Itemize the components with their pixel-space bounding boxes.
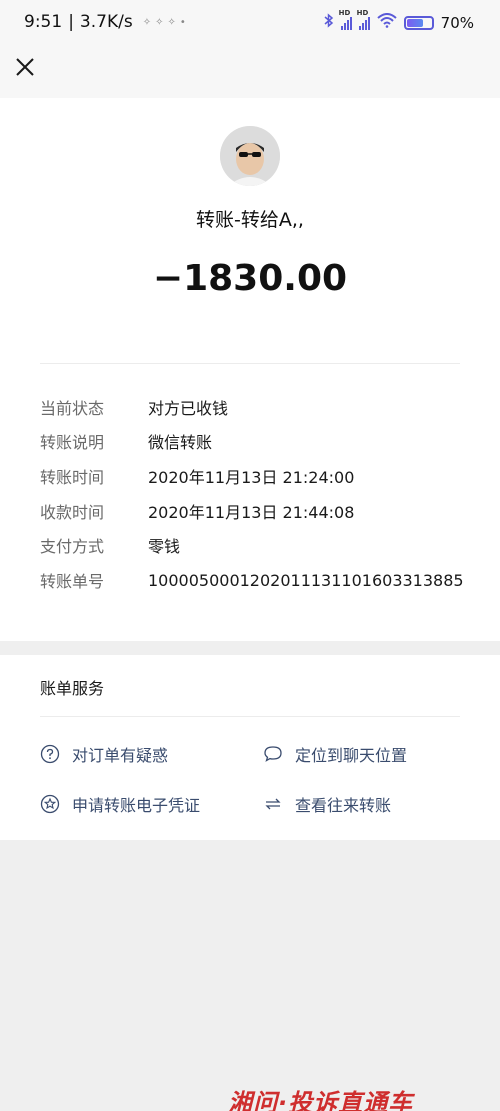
transfer-card: 转账-转给A,, −1830.00 当前状态 对方已收钱 转账说明 微信转账 转… [0,98,500,641]
signal-icon-2: HD [357,9,370,30]
status-bar: 9:51 | 3.7K/s ✧✧✧• HD HD 70% [0,0,500,48]
detail-value: 2020年11月13日 21:24:00 [148,468,355,487]
detail-value: 1000050001202011131101603313885 [148,570,464,590]
detail-label: 收款时间 [40,503,105,522]
notification-icons: ✧✧✧• [142,16,190,28]
divider [40,716,460,717]
apply-receipt-button[interactable]: 申请转账电子凭证 [40,792,200,816]
status-right: HD HD 70% [324,9,474,32]
detail-value: 微信转账 [148,433,213,452]
detail-value: 零钱 [148,537,181,556]
detail-row-transfer-time: 转账时间 2020年11月13日 21:24:00 [40,464,354,488]
service-label: 定位到聊天位置 [295,746,408,765]
service-label: 查看往来转账 [295,796,392,815]
detail-label: 当前状态 [40,399,105,418]
wifi-icon [376,13,397,32]
bluetooth-icon [324,13,334,32]
question-circle-icon [40,744,60,764]
transfer-amount: −1830.00 [152,258,348,299]
view-transfers-button[interactable]: 查看往来转账 [263,792,391,816]
detail-row-status: 当前状态 对方已收钱 [40,395,228,419]
detail-row-note: 转账说明 微信转账 [40,429,212,453]
detail-row-order-number: 转账单号 1000050001202011131101603313885 [40,568,464,592]
recipient-label: 转账-转给A,, [196,209,304,231]
signal-icon-1: HD [339,9,352,30]
detail-label: 转账时间 [40,468,105,487]
detail-label: 支付方式 [40,537,105,556]
question-order-button[interactable]: 对订单有疑惑 [40,742,168,766]
star-circle-icon [40,794,60,814]
detail-value: 对方已收钱 [148,399,229,418]
header [0,48,500,98]
services-title: 账单服务 [40,679,105,698]
detail-row-receive-time: 收款时间 2020年11月13日 21:44:08 [40,499,354,523]
detail-row-payment-method: 支付方式 零钱 [40,533,180,557]
status-left: 9:51 | 3.7K/s ✧✧✧• [24,12,190,32]
service-label: 申请转账电子凭证 [72,796,201,815]
battery-level: 70% [440,13,474,32]
watermark-logo: 湘问·投诉直通车 [228,1089,414,1111]
detail-value: 2020年11月13日 21:44:08 [148,503,355,522]
detail-label: 转账单号 [40,572,105,591]
divider [40,363,460,364]
status-time: 9:51 [24,12,63,32]
battery-icon [403,15,434,30]
detail-label: 转账说明 [40,433,105,452]
close-icon[interactable] [14,56,36,78]
chat-bubble-icon [264,746,282,762]
locate-chat-button[interactable]: 定位到聊天位置 [263,742,407,766]
swap-arrows-icon [265,798,281,810]
bill-services-card: 账单服务 对订单有疑惑 定位到聊天位置 申请转账电子凭证 查看往来转账 [0,655,500,840]
avatar[interactable] [220,126,280,186]
status-speed: 3.7K/s [79,12,133,32]
signal-1-label: HD [338,9,351,17]
service-label: 对订单有疑惑 [72,746,169,765]
status-separator: | [68,12,74,32]
signal-2-label: HD [356,9,369,17]
